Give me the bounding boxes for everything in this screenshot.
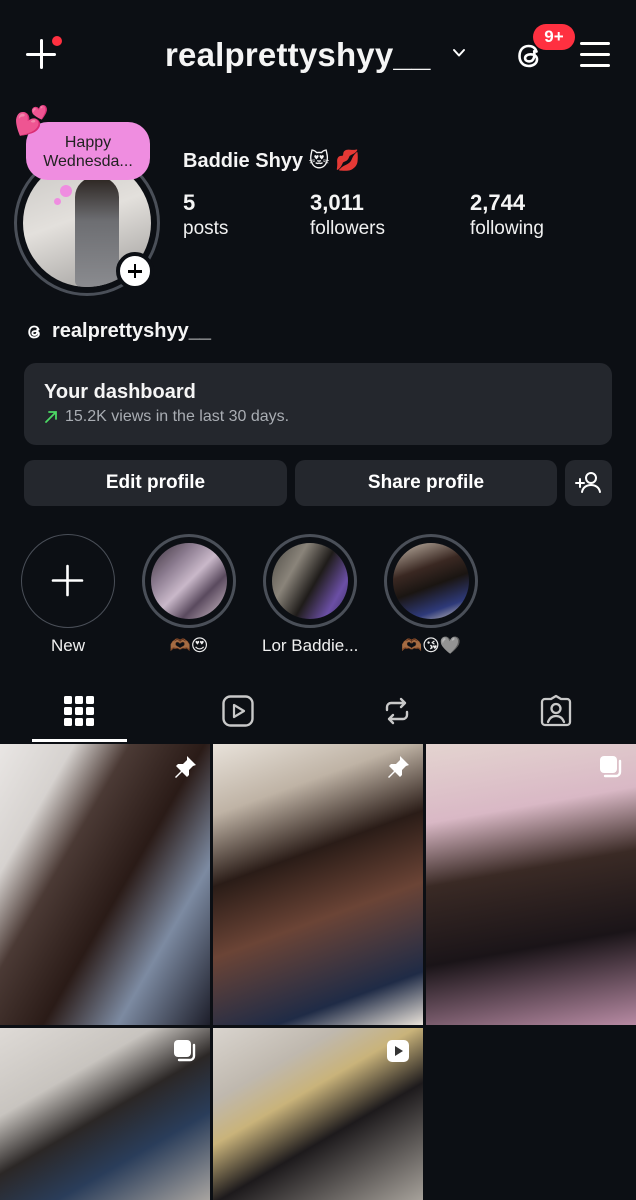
professional-dashboard[interactable]: Your dashboard 15.2K views in the last 3… — [24, 363, 612, 445]
plus-icon — [51, 564, 84, 597]
dashboard-subtitle: 15.2K views in the last 30 days. — [65, 408, 290, 425]
stat-number: 5 — [183, 190, 196, 215]
tab-reposts[interactable] — [318, 680, 477, 742]
tagged-icon — [540, 694, 572, 727]
add-person-icon — [575, 472, 601, 493]
tab-reels[interactable] — [159, 680, 318, 742]
pin-icon — [388, 756, 409, 778]
add-story-button[interactable] — [116, 252, 154, 290]
highlight-label: 🫶🏾😍 — [169, 636, 209, 655]
highlight-cover — [272, 543, 348, 619]
highlight-item[interactable]: 🫶🏾😘🩶 — [383, 534, 479, 656]
top-bar: realprettyshyy__ 9+ — [0, 0, 636, 110]
post-thumbnail[interactable] — [426, 744, 636, 1025]
posts-grid — [0, 744, 636, 1200]
highlight-label: New — [50, 636, 85, 655]
menu-icon[interactable] — [580, 42, 610, 68]
reel-icon — [387, 1040, 409, 1062]
threads-handle-text: realprettyshyy__ — [52, 320, 211, 342]
highlight-label: Lor Baddie... — [262, 636, 359, 655]
post-thumbnail[interactable] — [213, 744, 423, 1025]
threads-link[interactable]: realprettyshyy__ — [24, 320, 211, 343]
carousel-icon — [174, 1040, 196, 1062]
highlight-cover — [151, 543, 227, 619]
share-profile-button[interactable]: Share profile — [295, 460, 557, 506]
create-post-button[interactable] — [24, 36, 62, 72]
highlight-item[interactable]: 🫶🏾😍 — [141, 534, 237, 656]
highlight-label: 🫶🏾😘🩶 — [400, 636, 462, 655]
notification-dot — [52, 36, 62, 46]
post-thumbnail[interactable] — [0, 1028, 210, 1200]
profile-tabs — [0, 680, 636, 742]
grid-icon — [64, 696, 94, 726]
post-thumbnail[interactable] — [213, 1028, 423, 1200]
post-thumbnail[interactable] — [0, 744, 210, 1025]
trend-up-icon — [45, 411, 57, 423]
pin-icon — [175, 756, 196, 778]
highlight-cover — [393, 543, 469, 619]
tab-tagged[interactable] — [477, 680, 636, 742]
note-text: Happy Wednesda... — [43, 134, 133, 170]
active-tab-indicator — [32, 739, 127, 742]
highlight-item[interactable]: Lor Baddie... — [262, 534, 358, 656]
discover-people-button[interactable] — [565, 460, 612, 506]
stat-following[interactable]: 2,744 following — [470, 190, 544, 242]
carousel-icon — [600, 756, 622, 778]
tab-grid[interactable] — [0, 680, 159, 742]
notification-badge[interactable]: 9+ — [533, 24, 575, 50]
display-name: Baddie Shyy 😻 💋 — [183, 150, 360, 172]
chevron-down-icon[interactable] — [452, 46, 466, 60]
highlight-new[interactable]: New — [20, 534, 116, 656]
account-username-switcher[interactable]: realprettyshyy__ — [165, 36, 431, 74]
reels-icon — [222, 695, 254, 727]
stat-label: followers — [310, 218, 385, 239]
stat-label: following — [470, 218, 544, 239]
stat-followers[interactable]: 3,011 followers — [310, 190, 385, 242]
stat-label: posts — [183, 218, 229, 239]
stat-number: 2,744 — [470, 190, 526, 215]
stat-posts[interactable]: 5 posts — [183, 190, 228, 242]
stat-number: 3,011 — [310, 190, 364, 215]
dashboard-title: Your dashboard — [44, 381, 196, 403]
heart-icon: 💕 — [14, 105, 49, 136]
threads-icon — [28, 325, 40, 338]
reposts-icon — [385, 697, 409, 725]
edit-profile-button[interactable]: Edit profile — [24, 460, 287, 506]
